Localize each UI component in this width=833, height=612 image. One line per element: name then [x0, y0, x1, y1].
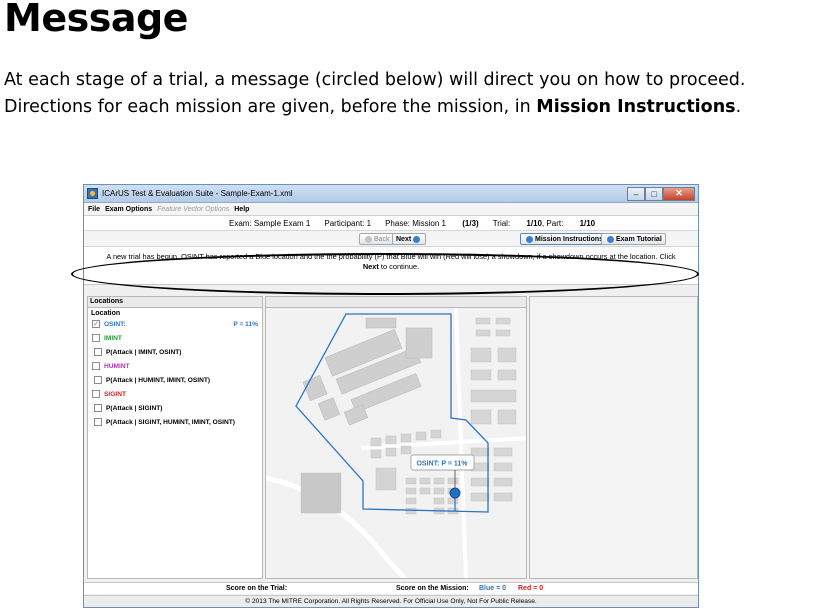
body-line-2-pre: Directions for each mission are given, b…: [4, 97, 537, 117]
map-header: [266, 297, 526, 308]
location-checkbox[interactable]: [92, 362, 100, 370]
slide-body: At each stage of a trial, a message (cir…: [4, 67, 832, 121]
trial-part: Trial: 1/10, Part: 1/10: [492, 218, 596, 228]
app-icon: [87, 188, 98, 199]
score-red: Red = 0: [518, 585, 544, 592]
location-label-text: IMINT: [104, 334, 122, 342]
mission-instructions-button[interactable]: Mission Instructions: [520, 233, 608, 245]
location-label-text: P(Attack | SIGINT, HUMINT, IMINT, OSINT): [106, 418, 235, 426]
info-icon: [526, 235, 533, 243]
location-checkbox[interactable]: ✓: [92, 320, 100, 328]
location-label-text: P(Attack | IMINT, OSINT): [106, 348, 182, 356]
exam-info-bar: Exam: Sample Exam 1 Participant: 1 Phase…: [84, 216, 698, 231]
menu-bar: File Exam Options Feature Vector Options…: [84, 203, 698, 216]
participant: Participant: 1: [324, 218, 372, 228]
location-row: P(Attack | IMINT, OSINT): [88, 345, 262, 359]
location-row: ✓ OSINT: P = 11%: [88, 317, 262, 331]
nav-bar: Back Next Mission Instructions Exam Tuto…: [84, 231, 698, 247]
exam-name: Exam: Sample Exam 1: [229, 218, 311, 228]
back-arrow-icon: [365, 235, 372, 243]
location-checkbox[interactable]: [94, 376, 102, 384]
window-controls: – □ ✕: [627, 186, 695, 201]
menu-file[interactable]: File: [88, 206, 100, 213]
location-probability: P = 11%: [233, 320, 258, 328]
next-button[interactable]: Next: [392, 233, 427, 245]
close-button[interactable]: ✕: [663, 186, 695, 201]
locations-list: ✓ OSINT: P = 11% IMINT P(Attack | IMINT, OSI…: [88, 317, 262, 429]
location-checkbox[interactable]: [94, 348, 102, 356]
body-line-1: At each stage of a trial, a message (cir…: [4, 70, 746, 90]
location-label-text: OSINT:: [104, 320, 126, 328]
message-next: Next: [362, 262, 379, 271]
slide-title: Message: [4, 0, 188, 40]
location-checkbox[interactable]: [92, 390, 100, 398]
main-area: Locations Location ✓ OSINT: P = 11% IMINT P(…: [84, 296, 698, 579]
trial-message: A new trial has begun. OSINT has reporte…: [84, 247, 698, 285]
location-row: P(Attack | HUMINT, IMINT, OSINT): [88, 373, 262, 387]
locations-panel: Locations Location ✓ OSINT: P = 11% IMINT P(…: [87, 296, 263, 579]
location-label-text: HUMINT: [104, 362, 130, 370]
title-bar[interactable]: ICArUS Test & Evaluation Suite - Sample-…: [84, 185, 698, 203]
help-icon: [607, 235, 614, 243]
window-title: ICArUS Test & Evaluation Suite - Sample-…: [102, 189, 293, 198]
map-panel[interactable]: OSINT: P = 11%: [265, 296, 527, 579]
body-line-2-bold: Mission Instructions: [536, 97, 736, 117]
menu-help[interactable]: Help: [234, 206, 249, 213]
location-row: SIGINT: [88, 387, 262, 401]
callout-text: OSINT: P = 11%: [416, 461, 468, 468]
blue-location-marker[interactable]: [449, 487, 461, 499]
location-label-text: SIGINT: [104, 390, 126, 398]
location-checkbox[interactable]: [92, 334, 100, 342]
score-mission-label: Score on the Mission:: [396, 585, 469, 592]
location-checkbox[interactable]: [94, 404, 102, 412]
side-panel: [529, 296, 698, 579]
menu-exam-options[interactable]: Exam Options: [105, 206, 152, 213]
copyright-footer: © 2013 The MITRE Corporation. All Rights…: [84, 595, 698, 607]
location-checkbox[interactable]: [94, 418, 102, 426]
next-arrow-icon: [413, 235, 421, 243]
menu-feature-vector-options[interactable]: Feature Vector Options: [157, 206, 229, 213]
location-label: Location: [91, 310, 121, 317]
score-bar: Score on the Trial: Score on the Mission…: [84, 582, 698, 594]
location-row: P(Attack | SIGINT, HUMINT, IMINT, OSINT): [88, 415, 262, 429]
back-button[interactable]: Back: [359, 233, 394, 245]
map[interactable]: OSINT: P = 11%: [266, 308, 527, 579]
minimize-button[interactable]: –: [627, 186, 645, 201]
location-row: HUMINT: [88, 359, 262, 373]
location-row: IMINT: [88, 331, 262, 345]
message-tail: to continue.: [378, 262, 420, 271]
exam-tutorial-button[interactable]: Exam Tutorial: [601, 233, 666, 245]
body-line-2: Directions for each mission are given, b…: [4, 94, 832, 121]
message-text: A new trial has begun. OSINT has reporte…: [106, 252, 676, 261]
maximize-button[interactable]: □: [645, 186, 663, 201]
app-window: ICArUS Test & Evaluation Suite - Sample-…: [83, 184, 699, 608]
body-line-2-post: .: [735, 97, 742, 117]
score-trial-label: Score on the Trial:: [226, 585, 288, 592]
location-row: P(Attack | SIGINT): [88, 401, 262, 415]
phase: Phase: Mission 1 (1/3): [385, 218, 479, 228]
location-label-text: P(Attack | SIGINT): [106, 404, 163, 412]
location-label-text: P(Attack | HUMINT, IMINT, OSINT): [106, 376, 211, 384]
locations-header: Locations: [88, 297, 262, 308]
score-blue: Blue = 0: [479, 585, 507, 592]
